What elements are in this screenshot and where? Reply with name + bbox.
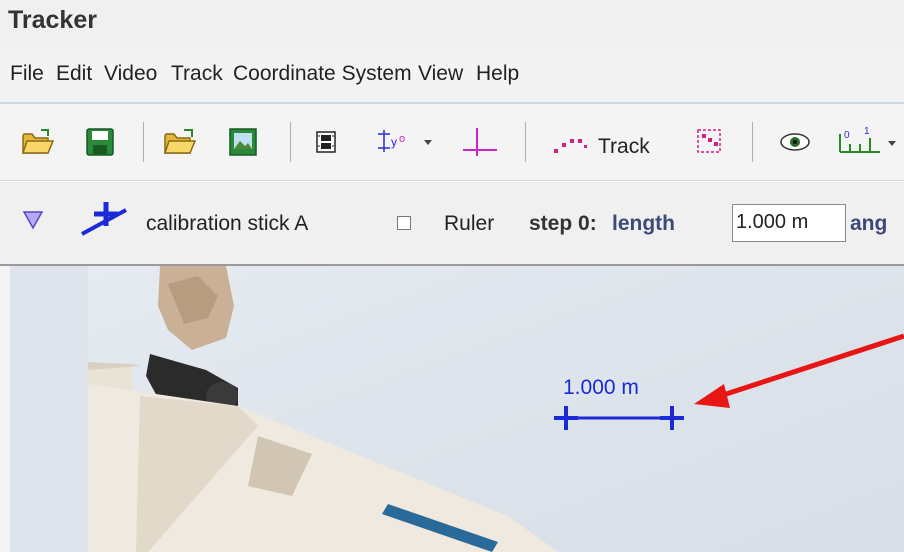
save-image-icon[interactable]	[222, 120, 264, 164]
open-video-icon[interactable]	[160, 120, 202, 164]
menu-video[interactable]: Video	[104, 62, 157, 86]
length-label: length	[612, 212, 675, 235]
menu-view[interactable]: View	[418, 62, 463, 86]
save-icon[interactable]	[80, 120, 120, 164]
track-dropdown-icon[interactable]	[20, 206, 46, 237]
window-title: Tracker	[8, 6, 97, 34]
svg-text:0: 0	[844, 130, 850, 141]
title-bar: Tracker	[0, 0, 904, 48]
menu-coordinate-system[interactable]: Coordinate System	[233, 62, 412, 86]
video-left-panel	[0, 266, 10, 552]
ruler-checkbox[interactable]	[397, 216, 411, 230]
ruler-label: Ruler	[444, 212, 495, 235]
svg-text:o: o	[399, 133, 405, 145]
ruler-icon[interactable]: 0 1	[830, 120, 904, 164]
track-label[interactable]: Track	[598, 135, 650, 159]
length-field[interactable]: 1.000 m	[732, 204, 846, 242]
annotation-arrow	[719, 333, 904, 399]
video-frame[interactable]	[88, 266, 904, 552]
calibration-length-label: 1.000 m	[563, 376, 639, 399]
toolbar-separator	[290, 122, 291, 162]
video-gutter	[10, 266, 90, 552]
track-name[interactable]: calibration stick A	[146, 212, 308, 236]
track-icon[interactable]	[540, 120, 596, 164]
track-control-icon[interactable]	[690, 120, 730, 164]
axes-icon[interactable]	[455, 120, 503, 164]
main-toolbar: y o Track 0 1	[0, 104, 904, 181]
visibility-icon[interactable]	[775, 120, 815, 164]
toolbar-separator	[143, 122, 144, 162]
menu-help[interactable]: Help	[476, 62, 519, 86]
video-view[interactable]: 1.000 m	[0, 266, 904, 552]
toolbar-separator	[525, 122, 526, 162]
calibration-stick-icon	[80, 194, 140, 243]
angle-label: ang	[850, 212, 888, 235]
calibration-tools-icon[interactable]: y o	[372, 120, 440, 164]
svg-text:y: y	[391, 135, 397, 149]
track-property-bar: calibration stick A Ruler step 0: length…	[0, 182, 904, 266]
clip-settings-icon[interactable]	[311, 120, 341, 164]
toolbar-separator	[752, 122, 753, 162]
step-label: step 0:	[529, 212, 597, 235]
menu-bar: File Edit Video Track Coordinate System …	[0, 48, 904, 104]
open-folder-icon[interactable]	[18, 120, 58, 164]
menu-track[interactable]: Track	[171, 62, 223, 86]
menu-file[interactable]: File	[10, 62, 44, 86]
svg-text:1: 1	[864, 126, 870, 137]
menu-edit[interactable]: Edit	[56, 62, 92, 86]
video-scene	[88, 266, 904, 552]
